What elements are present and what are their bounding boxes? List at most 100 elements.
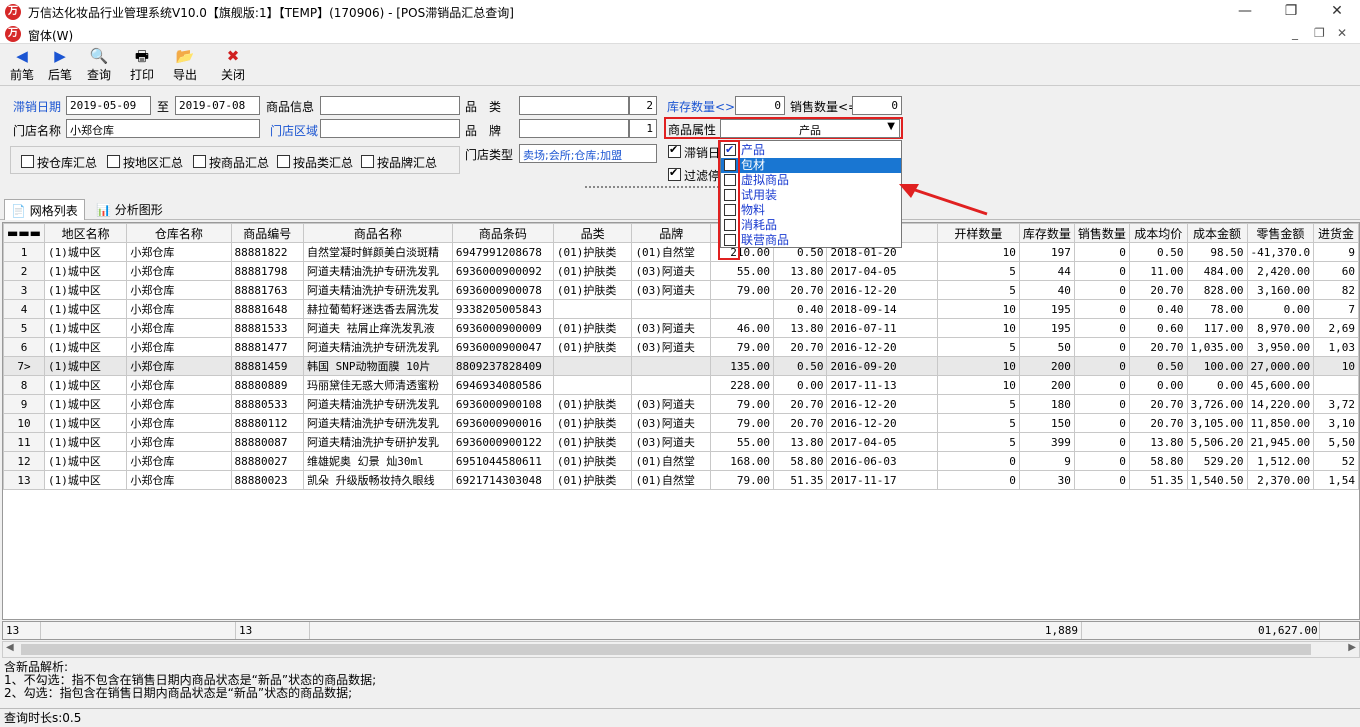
column-header[interactable]: 商品编号 xyxy=(230,223,304,243)
table-cell: 2017-04-05 xyxy=(826,432,939,452)
group-by-region-checkbox[interactable] xyxy=(107,155,120,168)
scroll-left-icon[interactable]: ◀ xyxy=(6,642,14,653)
table-cell: 180 xyxy=(1018,394,1075,414)
product-attr-dropdown[interactable]: 产品包材虚拟商品试用装物料消耗品联营商品 xyxy=(720,140,902,248)
attr-option[interactable]: 包材 xyxy=(721,158,901,173)
table-row[interactable]: 7> (1)城中区 小郑仓库 88881459 韩国 SNP动物面膜 10片 880923… xyxy=(3,356,1359,376)
menu-window[interactable]: 窗体(W) xyxy=(28,27,73,44)
table-cell: 0 xyxy=(1073,432,1130,452)
table-row[interactable]: 9 (1)城中区 小郑仓库 88880533 阿道夫精油洗护专研洗发乳 693600090… xyxy=(3,394,1359,414)
date-to-input[interactable]: 2019-07-08 xyxy=(175,96,260,115)
panel-splitter[interactable] xyxy=(0,182,1360,194)
attr-option[interactable]: 联营商品 xyxy=(721,233,901,248)
slow-date-label[interactable]: 滞销日期 xyxy=(13,98,61,115)
table-cell: 小郑仓库 xyxy=(126,261,232,281)
document-icon: 📄 xyxy=(11,204,26,218)
column-header[interactable]: ▬▬▬ xyxy=(3,223,46,243)
tab-analysis-chart[interactable]: 📊 分析图形 xyxy=(90,199,169,220)
scrollbar-thumb[interactable] xyxy=(21,644,1311,655)
chevron-down-icon[interactable]: ▼ xyxy=(887,121,895,132)
table-row[interactable]: 11 (1)城中区 小郑仓库 88880087 阿道夫精油洗护专研护发乳 69360009… xyxy=(3,432,1359,452)
store-type-input[interactable]: 卖场;会所;仓库;加盟 xyxy=(519,144,657,163)
close-button[interactable]: ✖ 关闭 xyxy=(214,46,252,84)
column-header[interactable]: 品类 xyxy=(552,223,633,243)
print-button[interactable]: 🖶 打印 xyxy=(124,46,160,84)
column-header[interactable]: 成本金额 xyxy=(1186,223,1248,243)
brand-input[interactable] xyxy=(519,119,629,138)
column-header[interactable]: 地区名称 xyxy=(44,223,128,243)
attr-option[interactable]: 虚拟商品 xyxy=(721,173,901,188)
stock-qty-input[interactable]: 0 xyxy=(735,96,785,115)
column-header[interactable]: 开样数量 xyxy=(937,223,1020,243)
stock-qty-label[interactable]: 库存数量<> xyxy=(667,98,735,115)
table-cell: (03)阿道夫 xyxy=(631,318,711,338)
group-by-product-checkbox[interactable] xyxy=(193,155,206,168)
column-header[interactable]: 零售金额 xyxy=(1246,223,1315,243)
data-grid[interactable]: ▬▬▬地区名称仓库名称商品编号商品名称商品条码品类品牌日期开样数量库存数量销售数… xyxy=(2,222,1360,620)
date-from-input[interactable]: 2019-05-09 xyxy=(66,96,151,115)
column-header[interactable]: 进货金 xyxy=(1313,223,1359,243)
store-name-input[interactable]: 小郑仓库 xyxy=(66,119,260,138)
product-attr-label: 商品属性 xyxy=(668,123,717,137)
export-button[interactable]: 📂 导出 xyxy=(166,46,204,84)
minimize-button[interactable]: — xyxy=(1222,0,1268,24)
category-input[interactable] xyxy=(519,96,629,115)
footer-blank xyxy=(41,622,236,639)
store-area-input[interactable] xyxy=(320,119,460,138)
mdi-close-button[interactable]: ✕ xyxy=(1337,26,1347,40)
table-row[interactable]: 5 (1)城中区 小郑仓库 88881533 阿道夫 祛屑止痒洗发乳液 693600090… xyxy=(3,318,1359,338)
table-row[interactable]: 3 (1)城中区 小郑仓库 88881763 阿道夫精油洗护专研洗发乳 693600090… xyxy=(3,280,1359,300)
group-by-warehouse-checkbox[interactable] xyxy=(21,155,34,168)
table-row[interactable]: 6 (1)城中区 小郑仓库 88881477 阿道夫精油洗护专研洗发乳 693600090… xyxy=(3,337,1359,357)
store-area-label[interactable]: 门店区域 xyxy=(270,122,318,139)
filter-stop-checkbox[interactable] xyxy=(668,166,681,181)
table-cell: 10 xyxy=(937,318,1020,338)
table-cell: 阿道夫精油洗护专研洗发乳 xyxy=(303,280,453,300)
table-cell: (01)护肤类 xyxy=(552,318,633,338)
attr-option[interactable]: 物料 xyxy=(721,203,901,218)
next-button[interactable]: ▶ 后笔 xyxy=(42,46,78,84)
group-by-category-checkbox[interactable] xyxy=(277,155,290,168)
table-row[interactable]: 12 (1)城中区 小郑仓库 88880027 维雄妮奥 幻景 灿30ml 6951044… xyxy=(3,451,1359,471)
attr-option-label: 包材 xyxy=(741,158,766,172)
prev-button[interactable]: ◀ 前笔 xyxy=(4,46,40,84)
table-cell: 0 xyxy=(1073,470,1130,490)
next-label: 后笔 xyxy=(47,68,72,82)
sales-qty-input[interactable]: 0 xyxy=(852,96,902,115)
table-cell: (03)阿道夫 xyxy=(631,337,711,357)
scroll-right-icon[interactable]: ▶ xyxy=(1348,642,1356,653)
column-header[interactable]: 品牌 xyxy=(631,223,711,243)
mdi-restore-button[interactable]: ❐ xyxy=(1314,26,1325,40)
attr-option[interactable]: 试用装 xyxy=(721,188,901,203)
column-header[interactable]: 商品名称 xyxy=(303,223,453,243)
table-cell: 6936000900078 xyxy=(451,280,554,300)
column-header[interactable]: 库存数量 xyxy=(1018,223,1075,243)
slow-date-checkbox[interactable] xyxy=(668,143,681,158)
attr-option[interactable]: 消耗品 xyxy=(721,218,901,233)
footer-code-count: 13 xyxy=(236,622,310,639)
query-button[interactable]: 🔍 查询 xyxy=(80,46,118,84)
column-header[interactable]: 销售数量 xyxy=(1073,223,1130,243)
close-label: 关闭 xyxy=(220,68,245,82)
table-row[interactable]: 13 (1)城中区 小郑仓库 88880023 凯朵 升级版畅妆持久眼线 69217143… xyxy=(3,470,1359,490)
table-cell: (1)城中区 xyxy=(44,318,128,338)
table-cell: 5 xyxy=(937,337,1020,357)
tab-grid-list[interactable]: 📄 网格列表 xyxy=(4,199,85,220)
column-header[interactable]: 成本均价 xyxy=(1128,223,1188,243)
table-row[interactable]: 4 (1)城中区 小郑仓库 88881648 赫拉葡萄籽迷迭香去屑洗发 933820500… xyxy=(3,299,1359,319)
close-window-button[interactable]: ✕ xyxy=(1314,0,1360,24)
table-row[interactable]: 8 (1)城中区 小郑仓库 88880889 玛丽黛佳无惑大师清透蜜粉 694693408… xyxy=(3,375,1359,395)
table-row[interactable]: 10 (1)城中区 小郑仓库 88880112 阿道夫精油洗护专研洗发乳 69360009… xyxy=(3,413,1359,433)
group-by-brand-checkbox[interactable] xyxy=(361,155,374,168)
product-attr-select[interactable]: 产品 ▼ xyxy=(720,119,900,138)
maximize-button[interactable]: ❐ xyxy=(1268,0,1314,24)
table-row[interactable]: 1 (1)城中区 小郑仓库 88881822 自然堂凝时鲜颜美白淡斑精 694799120… xyxy=(3,242,1359,262)
product-info-input[interactable] xyxy=(320,96,460,115)
attr-option[interactable]: 产品 xyxy=(721,142,901,158)
table-row[interactable]: 2 (1)城中区 小郑仓库 88881798 阿道夫精油洗护专研洗发乳 693600090… xyxy=(3,261,1359,281)
mdi-minimize-button[interactable]: _ xyxy=(1292,26,1298,40)
horizontal-scrollbar[interactable]: ◀ ▶ xyxy=(2,641,1360,658)
column-header[interactable]: 商品条码 xyxy=(451,223,554,243)
column-header[interactable]: 仓库名称 xyxy=(126,223,232,243)
tab-analysis-chart-label: 分析图形 xyxy=(114,203,163,217)
